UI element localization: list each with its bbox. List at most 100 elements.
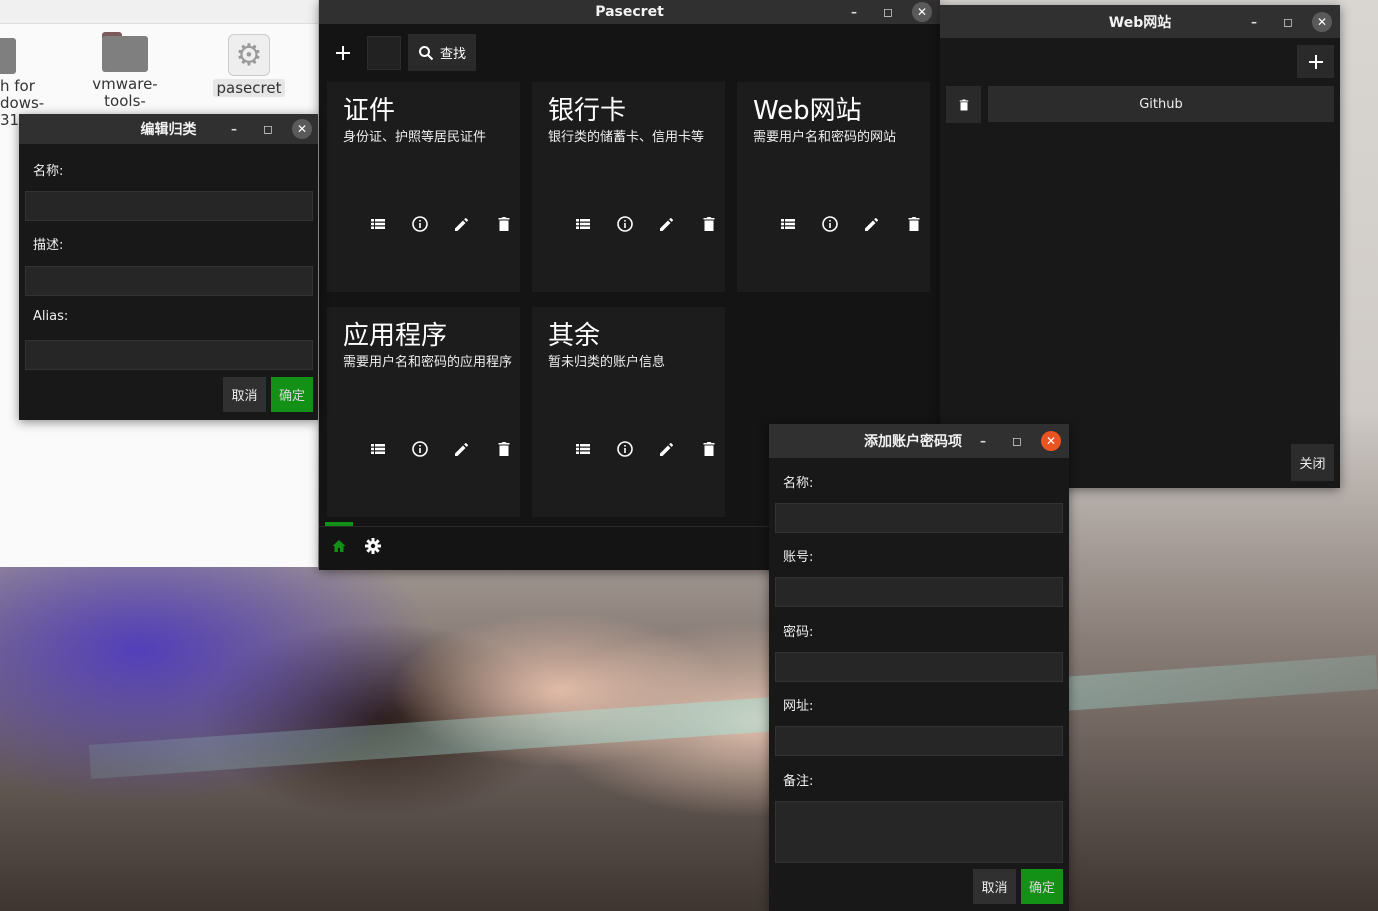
desc-label: 描述: — [33, 238, 64, 253]
settings-tab[interactable] — [361, 535, 385, 557]
search-button[interactable]: 查找 — [408, 34, 476, 71]
list-icon[interactable] — [357, 437, 399, 461]
category-card[interactable]: 银行卡 银行类的储蓄卡、信用卡等 — [532, 82, 725, 292]
card-title: 银行卡 — [548, 96, 627, 126]
maximize-icon[interactable]: ◻ — [1007, 431, 1027, 451]
card-desc: 需要用户名和密码的应用程序 — [343, 355, 513, 370]
entry-note-textarea[interactable] — [775, 801, 1063, 863]
settings-gear-icon — [365, 538, 381, 554]
info-icon[interactable] — [604, 437, 646, 461]
edit-icon[interactable] — [646, 437, 688, 461]
web-titlebar: Web网站 – ◻ ✕ — [940, 5, 1340, 38]
file-item-label-line: vmware- — [92, 75, 158, 93]
web-sites-window: Web网站 – ◻ ✕ Github 关闭 — [940, 5, 1340, 488]
card-desc: 身份证、护照等居民证件 — [343, 130, 487, 145]
delete-icon[interactable] — [688, 437, 730, 461]
file-item-pasecret[interactable]: ⚙ pasecret — [210, 34, 288, 97]
app-gear-icon: ⚙ — [228, 34, 270, 76]
cancel-button[interactable]: 取消 — [223, 377, 266, 412]
home-icon — [332, 540, 346, 552]
dialog-titlebar: 编辑归类 – ◻ ✕ — [19, 114, 318, 144]
entry-url-input[interactable] — [775, 726, 1063, 756]
home-tab[interactable] — [327, 535, 351, 557]
entry-password-input[interactable] — [775, 652, 1063, 682]
add-entry-button[interactable] — [1297, 45, 1334, 78]
name-label: 名称: — [783, 476, 814, 491]
info-icon[interactable] — [399, 212, 441, 236]
entry-account-input[interactable] — [775, 577, 1063, 607]
delete-icon[interactable] — [483, 437, 525, 461]
plus-icon — [336, 46, 350, 60]
minimize-icon[interactable]: – — [224, 119, 244, 139]
card-title: 证件 — [343, 96, 396, 126]
list-icon[interactable] — [562, 437, 604, 461]
add-entry-dialog: 添加账户密码项 – ◻ ✕ 名称: 账号: 密码: 网址: 备注: 取消 确定 — [769, 424, 1069, 911]
file-item-label-line: tools- — [104, 92, 146, 110]
minimize-icon[interactable]: – — [1244, 12, 1264, 32]
maximize-icon[interactable]: ◻ — [878, 2, 898, 22]
close-button[interactable]: 关闭 — [1291, 444, 1334, 481]
file-item-label: pasecret — [212, 79, 286, 97]
minimize-icon[interactable]: – — [844, 2, 864, 22]
window-title: Pasecret — [595, 4, 664, 20]
account-label: 账号: — [783, 550, 814, 565]
ok-button[interactable]: 确定 — [1021, 869, 1063, 904]
category-alias-input[interactable] — [25, 340, 313, 370]
ok-button[interactable]: 确定 — [271, 377, 313, 412]
category-card[interactable]: 其余 暂未归类的账户信息 — [532, 307, 725, 517]
delete-entry-button[interactable] — [946, 86, 981, 123]
card-title: 其余 — [548, 321, 601, 351]
edit-icon[interactable] — [441, 212, 483, 236]
card-desc: 需要用户名和密码的网站 — [753, 130, 897, 145]
edit-icon[interactable] — [646, 212, 688, 236]
file-item-label-line: h for — [0, 77, 35, 95]
entry-name-input[interactable] — [775, 503, 1063, 533]
category-card[interactable]: 证件 身份证、护照等居民证件 — [327, 82, 520, 292]
edit-icon[interactable] — [851, 212, 893, 236]
window-title: Web网站 — [1108, 14, 1172, 31]
edit-icon[interactable] — [441, 437, 483, 461]
close-icon[interactable]: ✕ — [1312, 11, 1332, 32]
card-title: Web网站 — [753, 96, 862, 126]
list-icon[interactable] — [357, 212, 399, 236]
entry-item[interactable]: Github — [988, 86, 1334, 122]
cancel-button[interactable]: 取消 — [973, 869, 1016, 904]
category-desc-input[interactable] — [25, 266, 313, 296]
main-titlebar: Pasecret – ◻ ✕ — [319, 0, 940, 24]
alias-label: Alias: — [33, 309, 69, 324]
delete-icon[interactable] — [483, 212, 525, 236]
close-icon[interactable]: ✕ — [1041, 431, 1061, 451]
info-icon[interactable] — [399, 437, 441, 461]
delete-icon — [959, 99, 968, 110]
category-card[interactable]: 应用程序 需要用户名和密码的应用程序 — [327, 307, 520, 517]
folder-icon — [102, 32, 148, 72]
dialog-titlebar: 添加账户密码项 – ◻ ✕ — [769, 424, 1069, 458]
search-icon — [418, 45, 434, 60]
category-name-input[interactable] — [25, 191, 313, 221]
delete-icon[interactable] — [893, 212, 935, 236]
maximize-icon[interactable]: ◻ — [258, 119, 278, 139]
dialog-title: 添加账户密码项 — [864, 434, 962, 450]
close-icon[interactable]: ✕ — [912, 2, 932, 22]
plus-icon — [1308, 54, 1323, 69]
search-box[interactable] — [367, 36, 401, 70]
minimize-icon[interactable]: – — [973, 431, 993, 451]
card-desc: 暂未归类的账户信息 — [548, 355, 666, 370]
info-icon[interactable] — [604, 212, 646, 236]
name-label: 名称: — [33, 164, 64, 179]
list-icon[interactable] — [562, 212, 604, 236]
url-label: 网址: — [783, 699, 814, 714]
card-desc: 银行类的储蓄卡、信用卡等 — [548, 130, 705, 145]
info-icon[interactable] — [809, 212, 851, 236]
edit-category-dialog: 编辑归类 – ◻ ✕ 名称: 描述: Alias: 取消 确定 — [19, 114, 318, 420]
add-category-button[interactable] — [325, 36, 361, 70]
maximize-icon[interactable]: ◻ — [1278, 12, 1298, 32]
card-title: 应用程序 — [343, 321, 448, 351]
file-item-vmware-tools[interactable]: vmware- tools- — [90, 32, 160, 110]
delete-icon[interactable] — [688, 212, 730, 236]
list-icon[interactable] — [767, 212, 809, 236]
dialog-title: 编辑归类 — [140, 122, 197, 138]
category-card[interactable]: Web网站 需要用户名和密码的网站 — [737, 82, 930, 292]
close-icon[interactable]: ✕ — [292, 119, 312, 139]
file-item-label-line: dows- — [0, 94, 45, 112]
